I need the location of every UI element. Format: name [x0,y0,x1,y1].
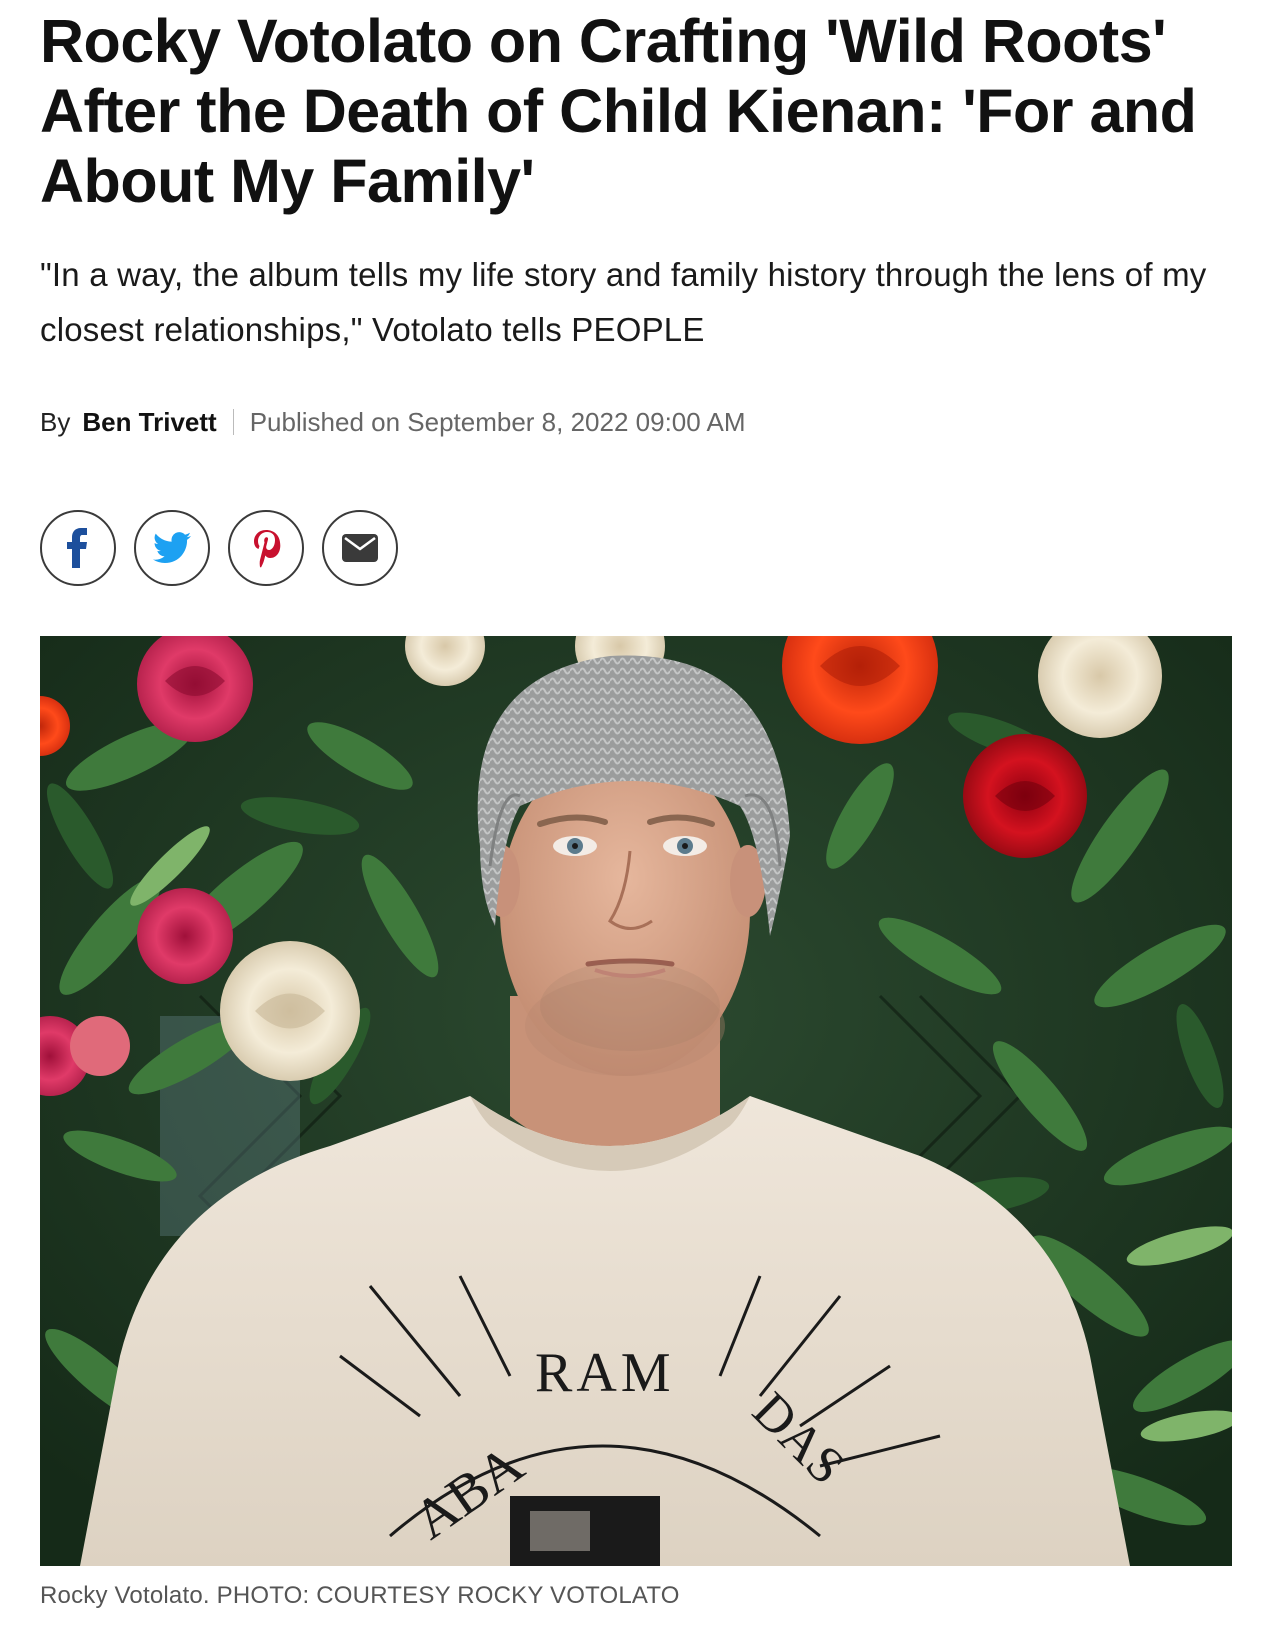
pinterest-icon [254,530,281,568]
article-dek: "In a way, the album tells my life story… [40,256,1207,348]
byline-divider [232,409,234,435]
author-link[interactable]: Ben Trivett [82,407,216,438]
twitter-share-button[interactable] [134,510,210,586]
facebook-share-button[interactable] [40,510,116,586]
byline-prefix: By [40,406,71,437]
portrait-illustration: RAM ABA DAS [40,636,1232,1566]
shirt-text-top: RAM [535,1342,675,1404]
email-share-button[interactable] [322,510,398,586]
byline: By Ben Trivett Published on September 8,… [40,406,746,438]
pinterest-share-button[interactable] [228,510,304,586]
article-headline: Rocky Votolato on Crafting 'Wild Roots' … [40,7,1197,215]
published-date: Published on September 8, 2022 09:00 AM [249,406,746,437]
email-icon [342,534,378,562]
twitter-icon [153,532,191,564]
hero-photo: RAM ABA DAS [40,636,1232,1566]
photo-caption: Rocky Votolato. PHOTO: COURTESY ROCKY VO… [40,1582,680,1609]
facebook-icon [67,528,87,568]
share-bar [40,510,398,586]
